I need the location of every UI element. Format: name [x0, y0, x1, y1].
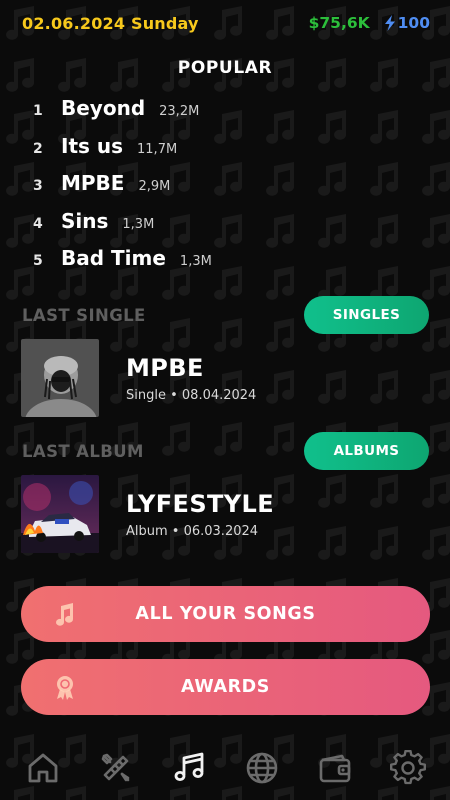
song-plays: 11,7M [137, 141, 178, 157]
popular-songs-list: 1 Beyond 23,2M 2 Its us 11,7M 3 MPBE 2,9… [33, 96, 430, 284]
song-rank: 3 [33, 178, 43, 194]
game-date: 02.06.2024 Sunday [22, 13, 199, 33]
song-plays: 23,2M [159, 104, 200, 119]
album-cover-art [21, 475, 99, 553]
awards-button[interactable]: AWARDS [21, 659, 430, 715]
song-name: Beyond [61, 96, 146, 120]
song-plays: 2,9M [138, 179, 171, 194]
nav-tools[interactable] [90, 742, 142, 794]
popular-title: POPULAR [177, 58, 273, 78]
last-album-label: LAST ALBUM [22, 442, 144, 461]
single-title: MPBE [126, 353, 204, 382]
nav-wallet[interactable] [309, 742, 361, 794]
music-note-icon [174, 752, 203, 781]
albums-button[interactable]: ALBUMS [304, 432, 429, 470]
awards-label: AWARDS [180, 677, 271, 697]
song-rank: 4 [33, 215, 43, 232]
gear-icon [389, 750, 426, 785]
song-rank: 2 [33, 140, 43, 157]
song-plays: 1,3M [122, 216, 155, 232]
all-your-songs-label: ALL YOUR SONGS [135, 604, 316, 624]
singles-button[interactable]: SINGLES [304, 296, 429, 334]
money-balance: $75,6K [308, 14, 370, 32]
last-album-card[interactable]: LYFESTYLE Album • 06.03.2024 [21, 475, 430, 553]
album-title: LYFESTYLE [126, 489, 275, 518]
song-rank: 1 [33, 103, 43, 119]
song-name: Bad Time [61, 246, 166, 270]
popular-song-row[interactable]: 5 Bad Time 1,3M [33, 246, 430, 284]
nav-home[interactable] [17, 742, 69, 794]
app-screen: 02.06.2024 Sunday $75,6K 100 POPULAR 1 B… [0, 0, 450, 800]
lightning-icon [384, 15, 395, 31]
song-name: Sins [61, 208, 109, 233]
song-rank: 5 [33, 253, 43, 269]
single-info: MPBE Single • 08.04.2024 [126, 354, 256, 403]
all-your-songs-button[interactable]: ALL YOUR SONGS [21, 586, 430, 642]
album-meta: Album • 06.03.2024 [126, 523, 259, 539]
last-single-label: LAST SINGLE [22, 306, 146, 325]
wallet-icon [319, 754, 350, 783]
nav-settings[interactable] [382, 742, 434, 794]
single-meta: Single • 08.04.2024 [126, 387, 257, 403]
tools-icon [101, 753, 129, 782]
popular-song-row[interactable]: 2 Its us 11,7M [33, 134, 430, 172]
energy-value: 100 [397, 14, 430, 32]
nav-globe[interactable] [236, 742, 288, 794]
last-single-card[interactable]: MPBE Single • 08.04.2024 [21, 339, 430, 417]
song-plays: 1,3M [179, 254, 212, 269]
home-icon [28, 753, 57, 783]
song-name: Its us [61, 133, 124, 158]
nav-music[interactable] [163, 742, 215, 794]
song-name: MPBE [61, 171, 125, 195]
popular-song-row[interactable]: 4 Sins 1,3M [33, 209, 430, 247]
status-bar: 02.06.2024 Sunday $75,6K 100 [22, 12, 430, 34]
popular-song-row[interactable]: 1 Beyond 23,2M [33, 96, 430, 134]
bottom-navigation [0, 736, 450, 800]
music-note-icon [51, 600, 79, 628]
player-stats: $75,6K 100 [309, 14, 430, 32]
award-ribbon-icon [51, 673, 79, 701]
popular-song-row[interactable]: 3 MPBE 2,9M [33, 171, 430, 209]
energy-balance: 100 [384, 14, 430, 32]
globe-icon [246, 752, 277, 784]
album-info: LYFESTYLE Album • 06.03.2024 [126, 490, 274, 539]
single-cover-art [21, 339, 99, 417]
